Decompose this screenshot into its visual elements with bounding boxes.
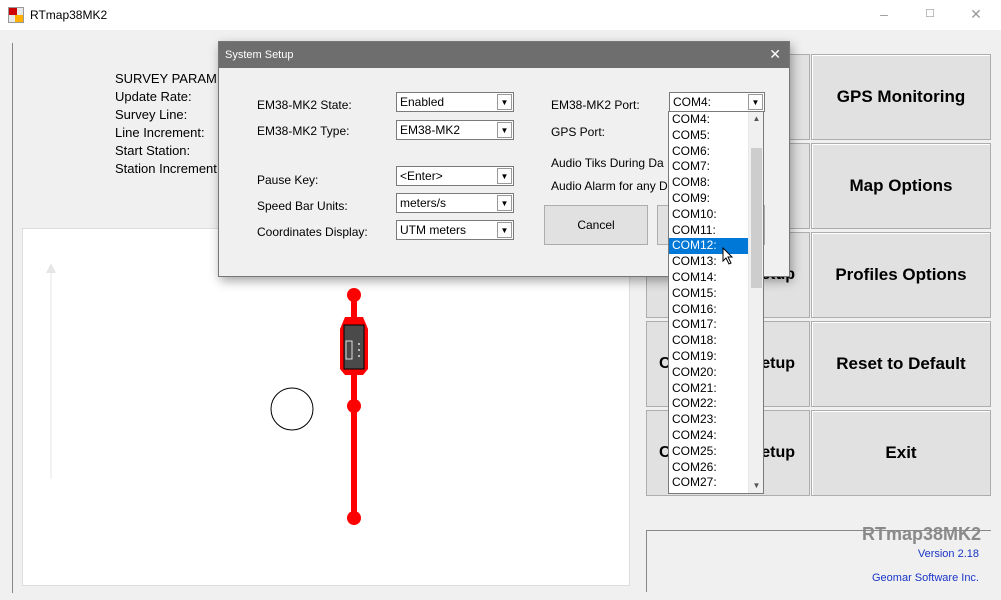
gps-position-circle	[270, 387, 314, 431]
profiles-options-button[interactable]: Profiles Options	[811, 232, 991, 318]
map-drawing	[46, 263, 368, 525]
survey-line-node	[347, 399, 361, 413]
audio-alarm-label: Audio Alarm for any D	[551, 179, 668, 193]
chevron-down-icon[interactable]: ▼	[497, 122, 512, 138]
port-dropdown-list[interactable]: COM4: COM5: COM6: COM7: COM8: COM9: COM10: COM1…	[668, 111, 764, 494]
audio-tiks-label: Audio Tiks During Da	[551, 156, 664, 170]
profiles-options-label: Profiles Options	[835, 265, 967, 284]
minimize-button[interactable]: –	[861, 0, 907, 30]
setup-label: etup	[761, 444, 795, 461]
dialog-title: System Setup	[219, 42, 789, 68]
speed-bar-select[interactable]: meters/s ▼	[396, 193, 514, 213]
survey-row: Update Rate:	[115, 89, 192, 104]
reset-default-button[interactable]: Reset to Default	[811, 321, 991, 407]
speed-bar-label: Speed Bar Units:	[257, 199, 348, 213]
survey-line-end-node	[347, 511, 361, 525]
scroll-up-icon[interactable]: ▲	[749, 112, 763, 126]
state-label: EM38-MK2 State:	[257, 98, 352, 112]
reset-default-label: Reset to Default	[836, 354, 966, 373]
em38-instrument-icon	[343, 324, 365, 370]
type-label: EM38-MK2 Type:	[257, 124, 350, 138]
direction-arrow-icon	[46, 263, 56, 273]
app-logo-icon	[8, 7, 24, 23]
cancel-label: Cancel	[577, 218, 615, 232]
chevron-down-icon[interactable]: ▼	[497, 168, 512, 184]
gps-monitoring-button[interactable]: GPS Monitoring	[811, 54, 991, 140]
type-select[interactable]: EM38-MK2 ▼	[396, 120, 514, 140]
port-value: COM4:	[673, 95, 712, 109]
app-window: RTmap38MK2 – ☐ ✕ SURVEY PARAMI Update Ra…	[0, 0, 1001, 600]
port-label: EM38-MK2 Port:	[551, 98, 640, 112]
company-text: Geomar Software Inc.	[872, 572, 979, 584]
survey-row: Start Station:	[115, 143, 191, 158]
survey-row: Station Increment:	[115, 161, 221, 176]
scroll-thumb[interactable]	[751, 148, 762, 288]
exit-button[interactable]: Exit	[811, 410, 991, 496]
dropdown-scrollbar[interactable]: ▲ ▼	[748, 112, 763, 493]
coords-label: Coordinates Display:	[257, 225, 368, 239]
maximize-button[interactable]: ☐	[907, 0, 953, 30]
pause-key-select[interactable]: <Enter> ▼	[396, 166, 514, 186]
survey-heading: SURVEY PARAMI	[115, 71, 221, 86]
left-divider	[12, 43, 13, 593]
mouse-cursor-icon	[722, 247, 734, 265]
map-options-label: Map Options	[849, 176, 953, 195]
map-options-button[interactable]: Map Options	[811, 143, 991, 229]
survey-parameters: SURVEY PARAMI Update Rate: Survey Line: …	[115, 70, 221, 178]
survey-row: Line Increment:	[115, 125, 205, 140]
close-window-button[interactable]: ✕	[953, 0, 999, 30]
chevron-down-icon[interactable]: ▼	[748, 94, 763, 110]
pause-key-value: <Enter>	[400, 169, 443, 183]
chevron-down-icon[interactable]: ▼	[497, 195, 512, 211]
window-title: RTmap38MK2	[30, 8, 108, 22]
brand-name: RTmap38MK2	[861, 524, 981, 544]
version-text: Version 2.18	[917, 548, 979, 560]
chevron-down-icon[interactable]: ▼	[497, 222, 512, 238]
port-select[interactable]: COM4: ▼	[669, 92, 765, 112]
type-value: EM38-MK2	[400, 123, 461, 137]
title-bar: RTmap38MK2 – ☐ ✕	[0, 0, 1001, 30]
dialog-close-icon[interactable]: ✕	[769, 42, 781, 67]
survey-line-start-node	[347, 288, 361, 302]
pause-key-label: Pause Key:	[257, 173, 319, 187]
gps-port-label: GPS Port:	[551, 125, 606, 139]
coords-select[interactable]: UTM meters ▼	[396, 220, 514, 240]
map-canvas[interactable]	[22, 228, 630, 586]
speed-bar-value: meters/s	[400, 196, 447, 210]
state-select[interactable]: Enabled ▼	[396, 92, 514, 112]
exit-label: Exit	[885, 443, 917, 462]
chevron-down-icon[interactable]: ▼	[497, 94, 512, 110]
scroll-down-icon[interactable]: ▼	[749, 479, 763, 493]
coords-value: UTM meters	[400, 223, 466, 237]
state-value: Enabled	[400, 95, 445, 109]
survey-row: Survey Line:	[115, 107, 188, 122]
cancel-button[interactable]: Cancel	[544, 205, 648, 245]
gps-monitoring-label: GPS Monitoring	[836, 87, 966, 106]
setup-label: etup	[761, 355, 795, 372]
